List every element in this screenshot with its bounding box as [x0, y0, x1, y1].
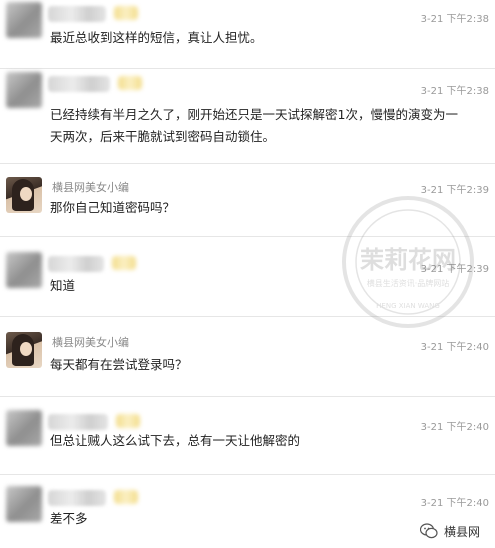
divider	[0, 474, 495, 475]
watermark-bottom-text: HENG XIAN WANG	[376, 302, 440, 310]
message-text: 每天都有在尝试登录吗？	[50, 357, 188, 372]
editor-avatar-icon	[6, 177, 42, 213]
divider	[0, 68, 495, 69]
brand-label: 横县网	[444, 524, 481, 539]
sender-name-redacted-emoji	[116, 414, 140, 428]
message-text: 已经持续有半月之久了，刚开始还只是一天试探解密1次，慢慢的演变为一天两次，后来干…	[50, 107, 458, 144]
sender-name-redacted-emoji	[114, 6, 138, 20]
sender-name-redacted-emoji	[118, 76, 142, 90]
sender-name-redacted-emoji	[112, 256, 136, 270]
message-time: 3-21 下午2:40	[420, 342, 489, 353]
divider	[0, 163, 495, 164]
watermark-subtitle: 横县生活资讯·品牌网站	[367, 278, 450, 288]
editor-avatar-icon	[6, 332, 42, 368]
sender-name-redacted	[48, 6, 106, 22]
sender-name-redacted	[48, 256, 104, 272]
sender-name-redacted	[48, 490, 106, 506]
message-text: 最近总收到这样的短信，真让人担忧。	[50, 30, 263, 45]
wechat-icon	[420, 523, 438, 539]
message-time: 3-21 下午2:38	[420, 86, 489, 97]
avatar-icon	[6, 72, 42, 108]
message-time: 3-21 下午2:40	[420, 498, 489, 509]
avatar-icon	[6, 2, 42, 38]
watermark-logo: 茉莉花网 横县生活资讯·品牌网站 HENG XIAN WANG	[338, 192, 478, 332]
divider	[0, 396, 495, 397]
message-text: 差不多	[50, 511, 88, 526]
message-text: 但总让贼人这么试下去，总有一天让他解密的	[50, 433, 301, 448]
sender-name-redacted-emoji	[114, 490, 138, 504]
avatar-icon	[6, 410, 42, 446]
sender-name-redacted	[48, 414, 108, 430]
sender-name-redacted	[48, 76, 110, 92]
brand-footer: 横县网	[420, 522, 480, 540]
message-time: 3-21 下午2:38	[420, 14, 489, 25]
sender-name: 横县网美女小编	[52, 181, 129, 194]
sender-name: 横县网美女小编	[52, 336, 129, 349]
avatar-icon	[6, 486, 42, 522]
avatar-icon	[6, 252, 42, 288]
watermark-title: 茉莉花网	[360, 246, 456, 274]
watermark-seal-icon: 茉莉花网 横县生活资讯·品牌网站 HENG XIAN WANG	[342, 196, 474, 328]
